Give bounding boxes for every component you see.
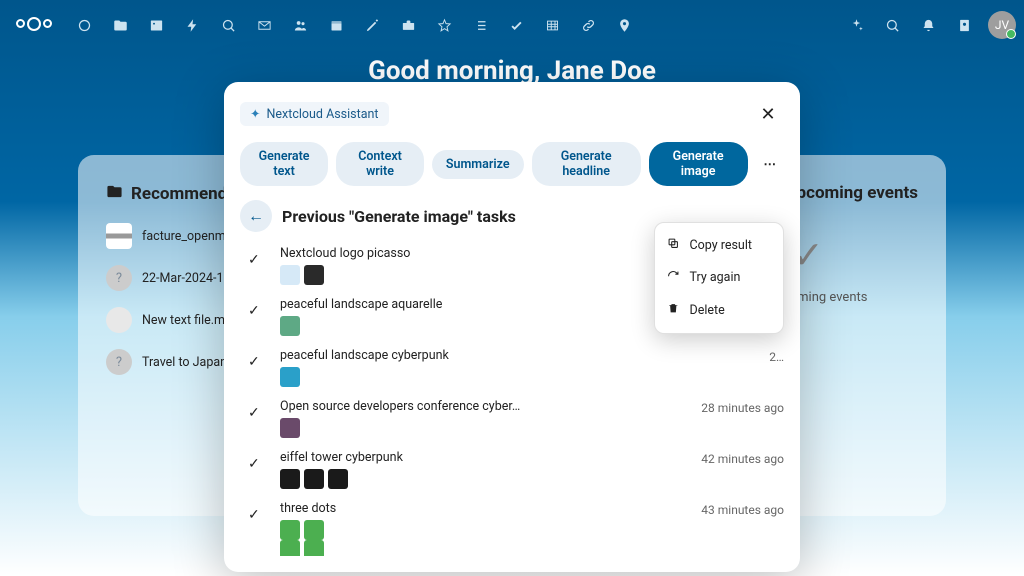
more-tabs-button[interactable]: ⋯ bbox=[756, 149, 785, 179]
check-icon: ✓ bbox=[248, 456, 268, 472]
topbar: JV bbox=[0, 0, 1024, 50]
calendar-icon[interactable] bbox=[320, 9, 352, 41]
task-body: Open source developers conference cyber… bbox=[280, 399, 689, 438]
tab-generate-image[interactable]: Generate image bbox=[649, 142, 748, 186]
bell-icon[interactable] bbox=[912, 9, 944, 41]
contacts-icon[interactable] bbox=[948, 9, 980, 41]
task-row[interactable]: ✓ Open source developers conference cyber… bbox=[248, 399, 784, 438]
assistant-modal: ✦ Nextcloud Assistant ✕ Generate textCon… bbox=[224, 82, 800, 572]
task-title: three dots bbox=[280, 501, 689, 516]
thumbnails bbox=[280, 520, 689, 540]
task-title: Open source developers conference cyber… bbox=[280, 399, 689, 414]
task-time: 2… bbox=[769, 350, 784, 364]
check-icon: ✓ bbox=[248, 252, 268, 268]
table-icon[interactable] bbox=[536, 9, 568, 41]
image-icon[interactable] bbox=[140, 9, 172, 41]
file-icon bbox=[106, 307, 132, 333]
check-icon[interactable] bbox=[500, 9, 532, 41]
task-time: 43 minutes ago bbox=[701, 503, 784, 517]
check-icon: ✓ bbox=[248, 507, 268, 523]
copy-icon bbox=[667, 237, 680, 254]
app-nav bbox=[68, 9, 640, 41]
task-title: peaceful landscape cyberpunk bbox=[280, 348, 757, 363]
check-icon: ✓ bbox=[248, 303, 268, 319]
delete-label: Delete bbox=[690, 303, 725, 318]
tab-summarize[interactable]: Summarize bbox=[432, 150, 524, 179]
task-row[interactable]: ✓ three dots 43 minutes ago bbox=[248, 501, 784, 556]
nextcloud-logo[interactable] bbox=[8, 19, 60, 31]
thumbnails bbox=[280, 418, 689, 438]
check-icon: ✓ bbox=[248, 354, 268, 370]
copy-result-button[interactable]: Copy result bbox=[655, 229, 783, 262]
topbar-right: JV bbox=[840, 9, 1016, 41]
file-icon bbox=[106, 223, 132, 249]
retry-label: Try again bbox=[690, 270, 741, 285]
trash-icon bbox=[667, 302, 680, 319]
folder-icon[interactable] bbox=[104, 9, 136, 41]
task-body: three dots bbox=[280, 501, 689, 556]
file-icon: ? bbox=[106, 265, 132, 291]
sparkle-icon[interactable] bbox=[840, 9, 872, 41]
task-row[interactable]: ✓ peaceful landscape cyberpunk 2… bbox=[248, 348, 784, 387]
list-icon[interactable] bbox=[464, 9, 496, 41]
file-icon: ? bbox=[106, 349, 132, 375]
tab-generate-text[interactable]: Generate text bbox=[240, 142, 328, 186]
panel-title: Previous "Generate image" tasks bbox=[282, 207, 516, 226]
thumbnails bbox=[280, 540, 689, 556]
modal-header: ✦ Nextcloud Assistant ✕ bbox=[240, 98, 784, 130]
bolt-icon[interactable] bbox=[176, 9, 208, 41]
tab-generate-headline[interactable]: Generate headline bbox=[532, 142, 641, 186]
file-name: New text file.md bbox=[142, 313, 232, 328]
task-actions-menu: Copy result Try again Delete bbox=[654, 222, 784, 334]
link-icon[interactable] bbox=[572, 9, 604, 41]
task-body: peaceful landscape cyberpunk bbox=[280, 348, 757, 387]
task-body: eiffel tower cyberpunk bbox=[280, 450, 689, 489]
task-time: 42 minutes ago bbox=[701, 452, 784, 466]
email-icon[interactable] bbox=[248, 9, 280, 41]
circle-icon[interactable] bbox=[68, 9, 100, 41]
pencil-icon[interactable] bbox=[356, 9, 388, 41]
search-icon[interactable] bbox=[876, 9, 908, 41]
thumbnails bbox=[280, 469, 689, 489]
back-button[interactable]: ← bbox=[240, 200, 272, 232]
user-avatar[interactable]: JV bbox=[988, 11, 1016, 39]
copy-label: Copy result bbox=[690, 238, 752, 253]
task-title: eiffel tower cyberpunk bbox=[280, 450, 689, 465]
thumbnails bbox=[280, 367, 757, 387]
star-icon[interactable] bbox=[428, 9, 460, 41]
redo-icon bbox=[667, 270, 680, 287]
marker-icon[interactable] bbox=[608, 9, 640, 41]
assistant-title: Nextcloud Assistant bbox=[266, 107, 378, 122]
tab-context-write[interactable]: Context write bbox=[336, 142, 424, 186]
group-icon[interactable] bbox=[284, 9, 316, 41]
assistant-badge[interactable]: ✦ Nextcloud Assistant bbox=[240, 102, 389, 126]
sparkle-icon: ✦ bbox=[250, 106, 260, 122]
magnify-icon[interactable] bbox=[212, 9, 244, 41]
task-type-tabs: Generate textContext write Summarize Gener… bbox=[240, 142, 784, 186]
folder-icon bbox=[106, 183, 123, 205]
try-again-button[interactable]: Try again bbox=[655, 262, 783, 295]
close-button[interactable]: ✕ bbox=[752, 98, 784, 130]
task-row[interactable]: ✓ eiffel tower cyberpunk 42 minutes ago bbox=[248, 450, 784, 489]
delete-button[interactable]: Delete bbox=[655, 294, 783, 327]
check-icon: ✓ bbox=[248, 405, 268, 421]
briefcase-icon[interactable] bbox=[392, 9, 424, 41]
task-time: 28 minutes ago bbox=[701, 401, 784, 415]
